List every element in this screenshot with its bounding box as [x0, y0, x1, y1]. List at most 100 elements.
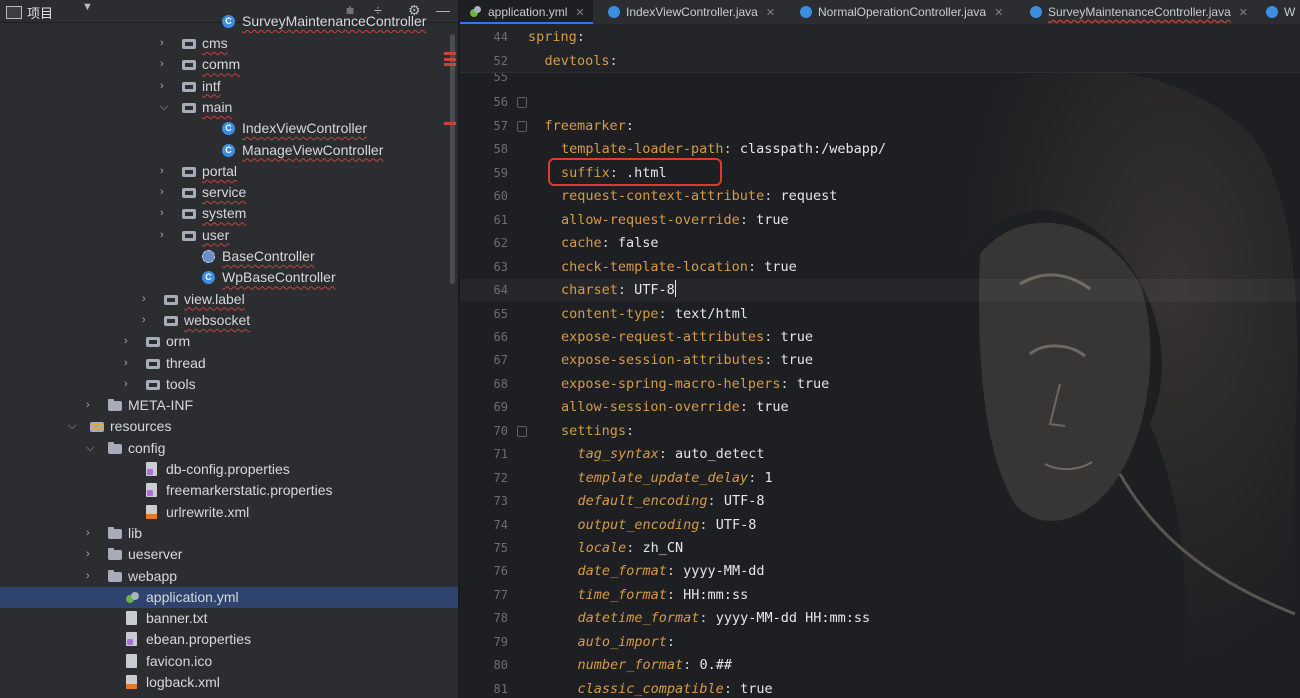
- chevron-right-icon[interactable]: ›: [124, 353, 134, 374]
- chevron-right-icon[interactable]: ›: [142, 289, 152, 310]
- tree-item[interactable]: › orm: [0, 331, 458, 352]
- tree-item[interactable]: › portal: [0, 161, 458, 182]
- tree-item[interactable]: urlrewrite.xml: [0, 502, 458, 523]
- tree-item[interactable]: ⌵ main: [0, 97, 458, 118]
- code-line[interactable]: 67 expose-session-attributes: true: [460, 349, 1300, 372]
- chevron-right-icon[interactable]: ›: [86, 523, 96, 544]
- tree-item[interactable]: ⌵ resources: [0, 416, 458, 437]
- code-line[interactable]: 75 locale: zh_CN: [460, 537, 1300, 560]
- code-line[interactable]: 66 expose-request-attributes: true: [460, 326, 1300, 349]
- close-icon[interactable]: ✕: [766, 7, 775, 19]
- code-line[interactable]: 61 allow-request-override: true: [460, 209, 1300, 232]
- tree-item[interactable]: › thread: [0, 353, 458, 374]
- tree-item[interactable]: › lib: [0, 523, 458, 544]
- editor-tab[interactable]: NormalOperationController.java ✕: [790, 0, 1011, 24]
- tab-label: IndexViewController.java: [626, 5, 758, 19]
- tree-item[interactable]: › META-INF: [0, 395, 458, 416]
- fold-icon[interactable]: [517, 97, 527, 109]
- tree-item[interactable]: IndexViewController: [0, 118, 458, 139]
- highlight-box: [548, 158, 722, 186]
- close-icon[interactable]: ✕: [994, 7, 1003, 19]
- tree-item[interactable]: › ueserver: [0, 544, 458, 565]
- chevron-down-icon[interactable]: ⌵: [160, 97, 170, 118]
- tree-item[interactable]: BaseController: [0, 246, 458, 267]
- chevron-right-icon[interactable]: ›: [160, 161, 170, 182]
- tree-item[interactable]: logback.xml: [0, 672, 458, 693]
- code-line[interactable]: 76 date_format: yyyy-MM-dd: [460, 560, 1300, 583]
- chevron-right-icon[interactable]: ›: [160, 33, 170, 54]
- code-line[interactable]: 57 freemarker:: [460, 115, 1300, 138]
- tree-item[interactable]: WpBaseController: [0, 267, 458, 288]
- tree-item[interactable]: SurveyMaintenanceController: [0, 11, 458, 32]
- tree-item[interactable]: favicon.ico: [0, 651, 458, 672]
- chevron-right-icon[interactable]: ›: [160, 182, 170, 203]
- tree-item[interactable]: › webapp: [0, 566, 458, 587]
- chevron-right-icon[interactable]: ›: [160, 54, 170, 75]
- code-line[interactable]: 79 auto_import:: [460, 631, 1300, 654]
- code-line[interactable]: 74 output_encoding: UTF-8: [460, 514, 1300, 537]
- code-line[interactable]: 56: [460, 91, 1300, 114]
- tree-item[interactable]: › user: [0, 225, 458, 246]
- error-stripe-marker[interactable]: [444, 63, 456, 66]
- code-line[interactable]: 52 devtools:: [460, 50, 1300, 73]
- editor-tab[interactable]: W: [1256, 0, 1300, 24]
- chevron-right-icon[interactable]: ›: [86, 544, 96, 565]
- folder-icon: [108, 526, 122, 539]
- tree-item[interactable]: ebean.properties: [0, 629, 458, 650]
- package-icon: [146, 358, 160, 369]
- code-line[interactable]: 60 request-context-attribute: request: [460, 185, 1300, 208]
- tree-item[interactable]: › intf: [0, 76, 458, 97]
- tree-item[interactable]: › websocket: [0, 310, 458, 331]
- editor-tab[interactable]: IndexViewController.java ✕: [598, 0, 783, 24]
- fold-icon[interactable]: [517, 120, 527, 132]
- project-scrollbar[interactable]: [450, 34, 455, 284]
- editor-tab[interactable]: SurveyMaintenanceController.java ✕: [1020, 0, 1256, 24]
- code-line[interactable]: 72 template_update_delay: 1: [460, 467, 1300, 490]
- tree-item[interactable]: › cms: [0, 33, 458, 54]
- chevron-right-icon[interactable]: ›: [124, 374, 134, 395]
- code-line[interactable]: 77 time_format: HH:mm:ss: [460, 584, 1300, 607]
- chevron-right-icon[interactable]: ›: [160, 76, 170, 97]
- code-line[interactable]: 44 spring:: [460, 26, 1300, 49]
- close-icon[interactable]: ✕: [1239, 7, 1248, 19]
- error-stripe-marker[interactable]: [444, 58, 456, 61]
- chevron-right-icon[interactable]: ›: [86, 395, 96, 416]
- tree-item[interactable]: freemarkerstatic.properties: [0, 480, 458, 501]
- code-line[interactable]: 80 number_format: 0.##: [460, 654, 1300, 677]
- tree-item[interactable]: db-config.properties: [0, 459, 458, 480]
- close-icon[interactable]: ✕: [575, 7, 584, 19]
- code-line[interactable]: 62 cache: false: [460, 232, 1300, 255]
- code-line[interactable]: 78 datetime_format: yyyy-MM-dd HH:mm:ss: [460, 607, 1300, 630]
- code-line[interactable]: 64 charset: UTF-8: [460, 279, 1300, 303]
- code-line[interactable]: 63 check-template-location: true: [460, 256, 1300, 279]
- tree-item[interactable]: ManageViewController: [0, 140, 458, 161]
- yaml-key: expose-session-attributes: [561, 352, 765, 369]
- tree-item[interactable]: application.yml: [0, 586, 458, 608]
- chevron-right-icon[interactable]: ›: [124, 331, 134, 352]
- fold-icon[interactable]: [517, 425, 527, 437]
- chevron-right-icon[interactable]: ›: [86, 566, 96, 587]
- chevron-right-icon[interactable]: ›: [160, 203, 170, 224]
- tree-item[interactable]: › comm: [0, 54, 458, 75]
- chevron-down-icon[interactable]: ⌵: [86, 438, 96, 459]
- tree-item[interactable]: › system: [0, 203, 458, 224]
- code-line[interactable]: 73 default_encoding: UTF-8: [460, 490, 1300, 513]
- chevron-down-icon[interactable]: ⌵: [68, 416, 78, 437]
- package-icon: [182, 39, 196, 49]
- code-line[interactable]: 68 expose-spring-macro-helpers: true: [460, 373, 1300, 396]
- code-line[interactable]: 70 settings:: [460, 420, 1300, 443]
- error-stripe-marker[interactable]: [444, 52, 456, 55]
- code-line[interactable]: 65 content-type: text/html: [460, 303, 1300, 326]
- tree-item[interactable]: › view.label: [0, 289, 458, 310]
- chevron-right-icon[interactable]: ›: [142, 310, 152, 331]
- error-stripe-marker[interactable]: [444, 122, 456, 125]
- code-line[interactable]: 71 tag_syntax: auto_detect: [460, 443, 1300, 466]
- code-line[interactable]: 69 allow-session-override: true: [460, 396, 1300, 419]
- tree-item[interactable]: › tools: [0, 374, 458, 395]
- tree-item[interactable]: ⌵ config: [0, 438, 458, 459]
- chevron-right-icon[interactable]: ›: [160, 225, 170, 246]
- tree-item[interactable]: › service: [0, 182, 458, 203]
- editor-tab[interactable]: application.yml ✕: [460, 0, 593, 24]
- code-line[interactable]: 81 classic_compatible: true: [460, 678, 1300, 698]
- tree-item[interactable]: banner.txt: [0, 608, 458, 629]
